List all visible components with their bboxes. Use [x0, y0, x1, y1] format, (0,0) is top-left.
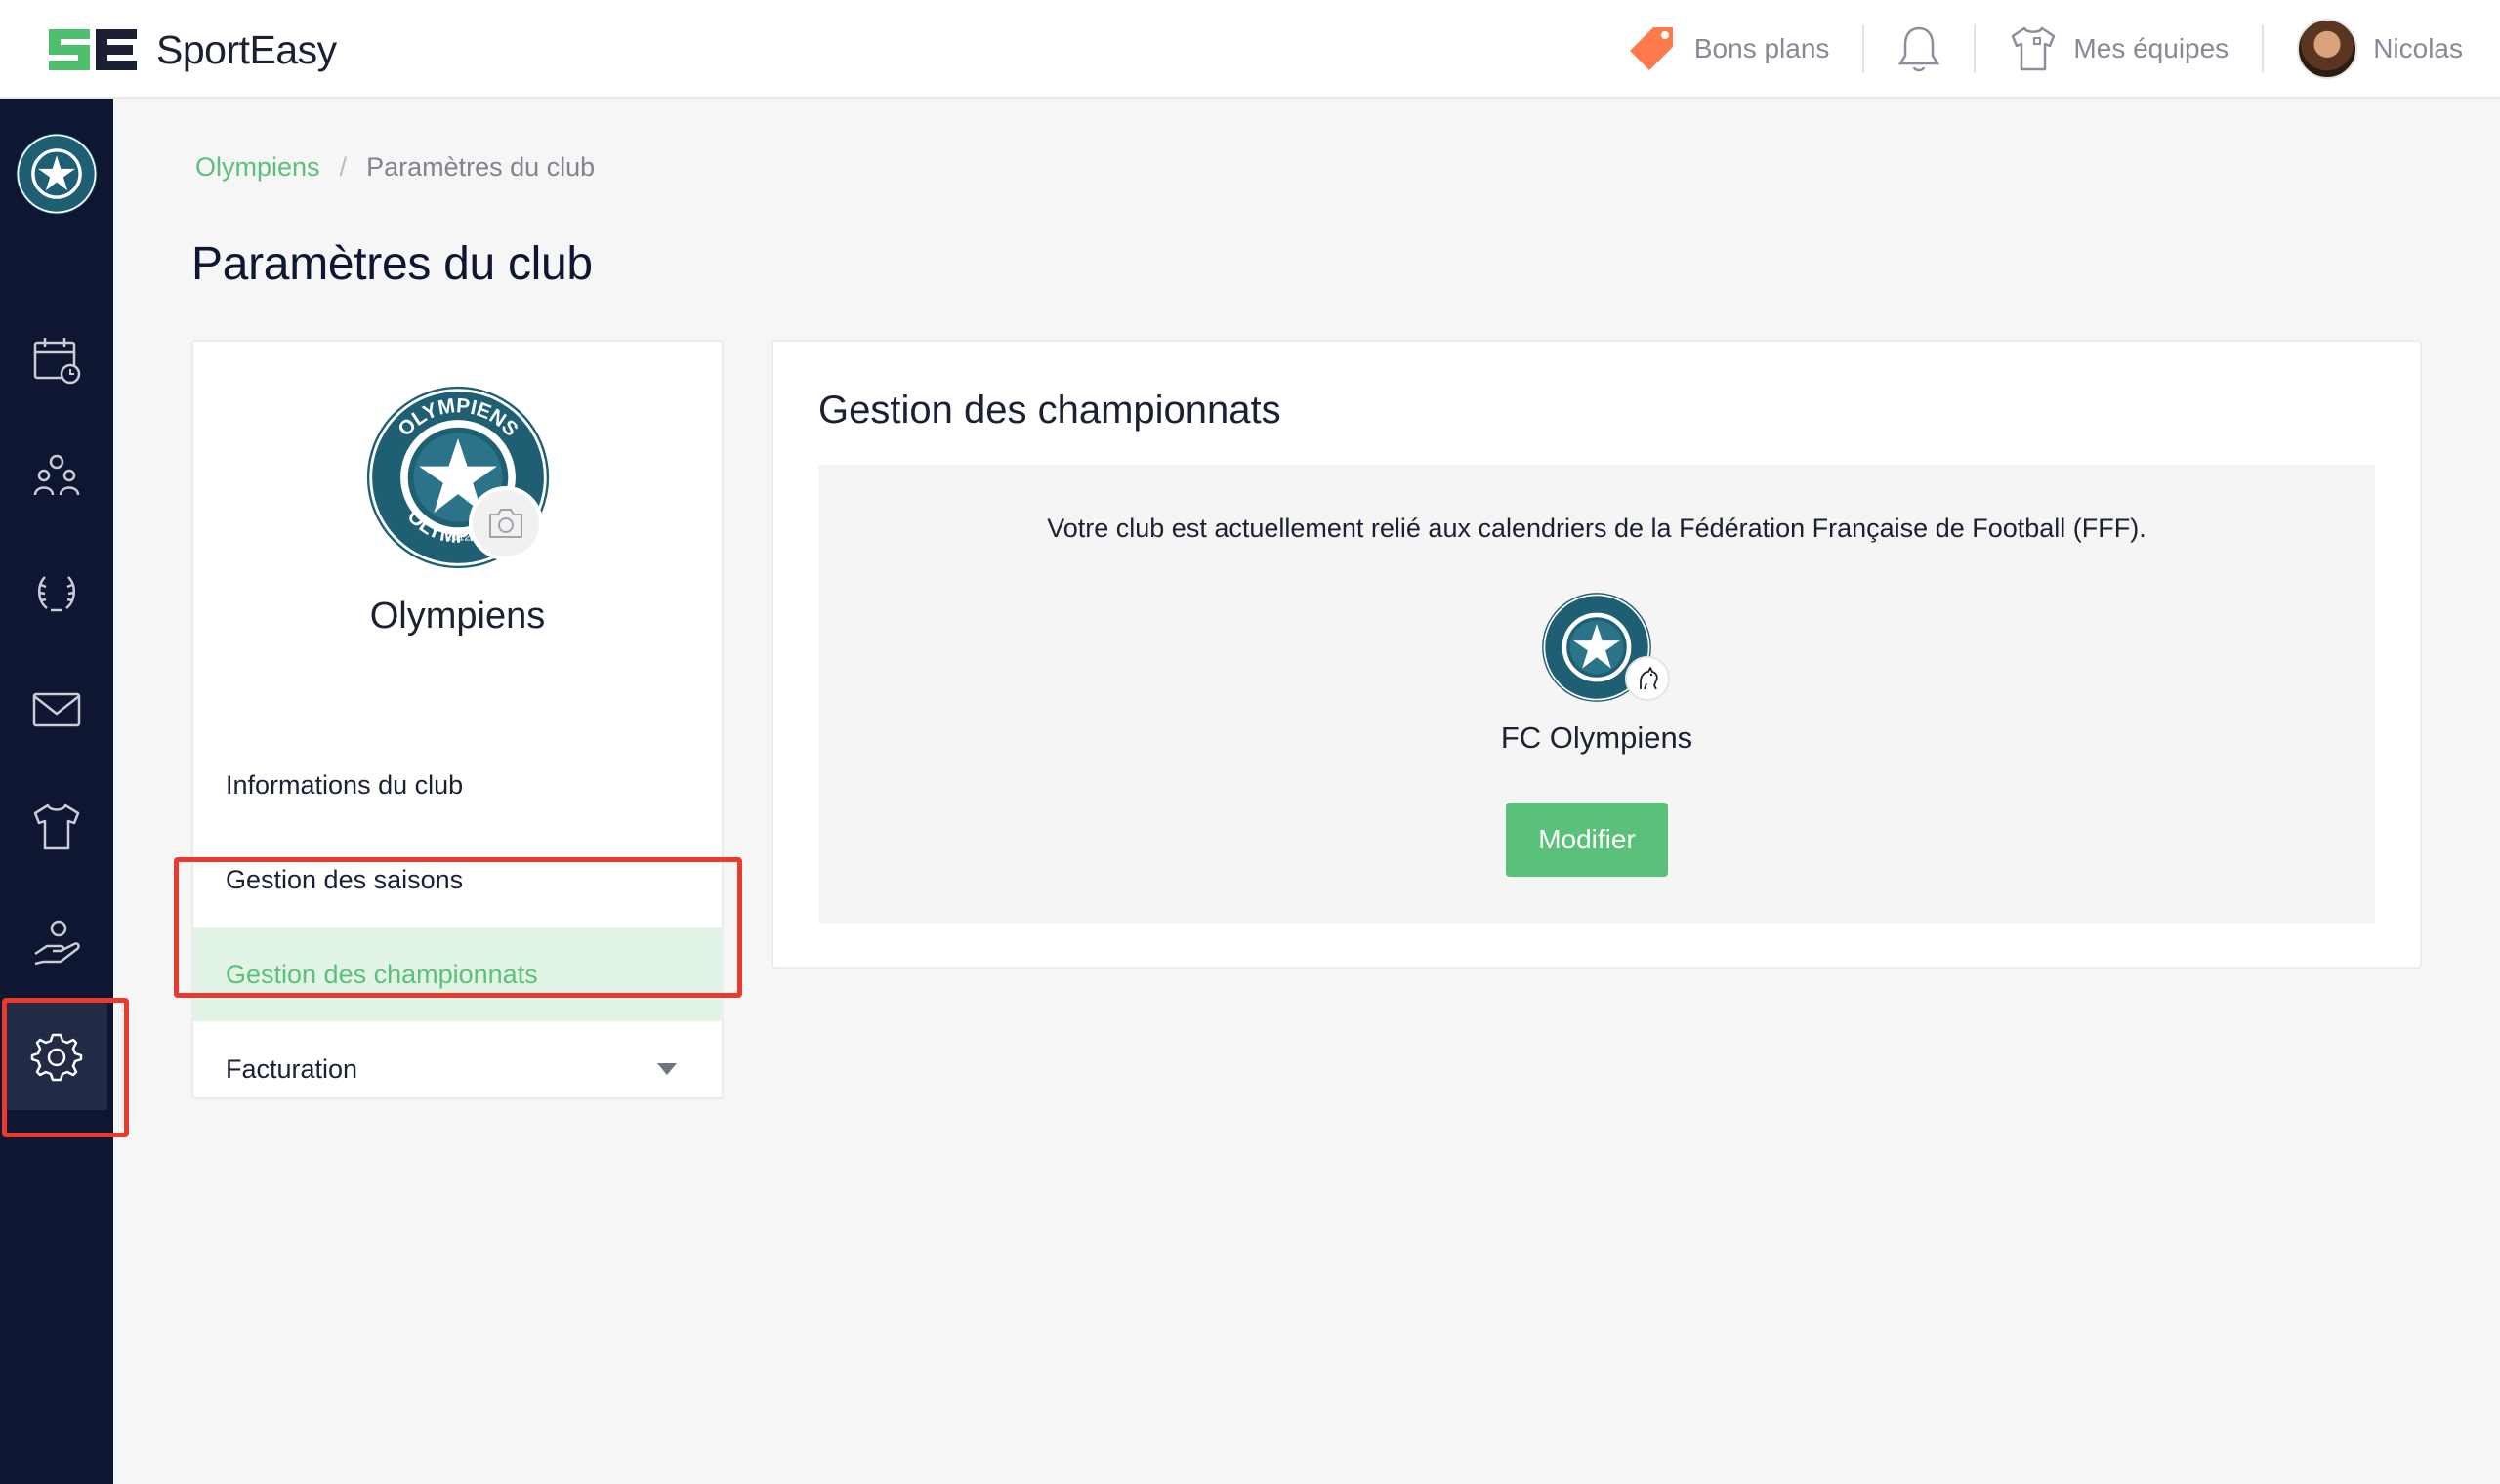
menu-item-seasons[interactable]: Gestion des saisons	[193, 833, 722, 927]
sidebar-item-messages[interactable]	[27, 680, 86, 739]
camera-icon	[489, 509, 522, 538]
user-menu[interactable]: Nicolas	[2297, 0, 2463, 98]
members-icon	[33, 454, 80, 496]
breadcrumb-club-link[interactable]: Olympiens	[195, 152, 320, 183]
jersey-icon	[2012, 26, 2056, 71]
breadcrumb-current: Paramètres du club	[366, 152, 596, 182]
se-logo-mark-icon	[49, 29, 137, 70]
price-tag-icon	[1629, 27, 1673, 70]
federation-link-panel: Votre club est actuellement relié aux ca…	[818, 465, 2375, 924]
championships-card: Gestion des championnats Votre club est …	[771, 340, 2422, 969]
trophy-laurel-icon	[38, 576, 75, 612]
sidebar-item-calendar[interactable]	[27, 331, 86, 390]
mail-icon	[32, 692, 81, 727]
sidebar-item-teams[interactable]	[27, 798, 86, 856]
club-settings-menu-card: OLYMPIENS OLYMPIENS 2012 Olympiens Infor…	[191, 340, 724, 1099]
avatar	[2297, 19, 2358, 79]
sidebar-item-members[interactable]	[27, 446, 86, 505]
jersey-icon	[33, 804, 80, 850]
top-bar: SportEasy Bons plans Mes équipes Nicolas	[0, 0, 2500, 99]
volunteer-hand-icon	[34, 920, 80, 966]
federation-info-text: Votre club est actuellement relié aux ca…	[1047, 514, 2146, 543]
breadcrumb: Olympiens / Paramètres du club	[195, 152, 595, 183]
linked-club-name: FC Olympiens	[1500, 721, 1693, 755]
my-teams-link[interactable]: Mes équipes	[2009, 0, 2229, 98]
brand-name: SportEasy	[156, 26, 337, 72]
rooster-icon	[1640, 667, 1658, 690]
notifications-button[interactable]	[1897, 0, 1940, 98]
page-title: Paramètres du club	[191, 238, 593, 290]
bell-icon	[1898, 26, 1940, 72]
top-nav: Bons plans Mes équipes Nicolas	[1628, 0, 2463, 98]
modify-button[interactable]: Modifier	[1506, 803, 1668, 877]
sporteasy-logo[interactable]: SportEasy	[45, 25, 337, 74]
sidebar-item-volunteers[interactable]	[27, 915, 86, 973]
chevron-down-icon	[657, 1063, 677, 1075]
menu-item-billing-label: Facturation	[226, 1053, 358, 1084]
club-name: Olympiens	[369, 596, 546, 637]
section-title: Gestion des championnats	[818, 389, 1281, 432]
upload-photo-button[interactable]	[469, 486, 543, 560]
menu-item-championships[interactable]: Gestion des championnats	[193, 928, 722, 1021]
fff-badge	[1625, 656, 1670, 701]
menu-item-billing[interactable]: Facturation	[193, 1022, 722, 1116]
divider	[2262, 24, 2265, 73]
breadcrumb-separator: /	[339, 152, 348, 182]
deals-label: Bons plans	[1693, 33, 1830, 63]
deals-link[interactable]: Bons plans	[1628, 0, 1830, 98]
calendar-icon	[33, 338, 81, 385]
divider	[1974, 24, 1977, 73]
gear-icon	[30, 1033, 83, 1082]
divider	[1862, 24, 1865, 73]
club-crest-icon[interactable]	[15, 132, 99, 216]
my-teams-label: Mes équipes	[2073, 33, 2229, 63]
menu-item-club-info[interactable]: Informations du club	[193, 738, 722, 832]
sidebar	[0, 99, 113, 1484]
sidebar-item-settings[interactable]	[27, 1027, 86, 1086]
user-name: Nicolas	[2373, 33, 2463, 63]
crest-year-text: 2012	[445, 532, 470, 544]
sidebar-item-competitions[interactable]	[27, 563, 86, 622]
